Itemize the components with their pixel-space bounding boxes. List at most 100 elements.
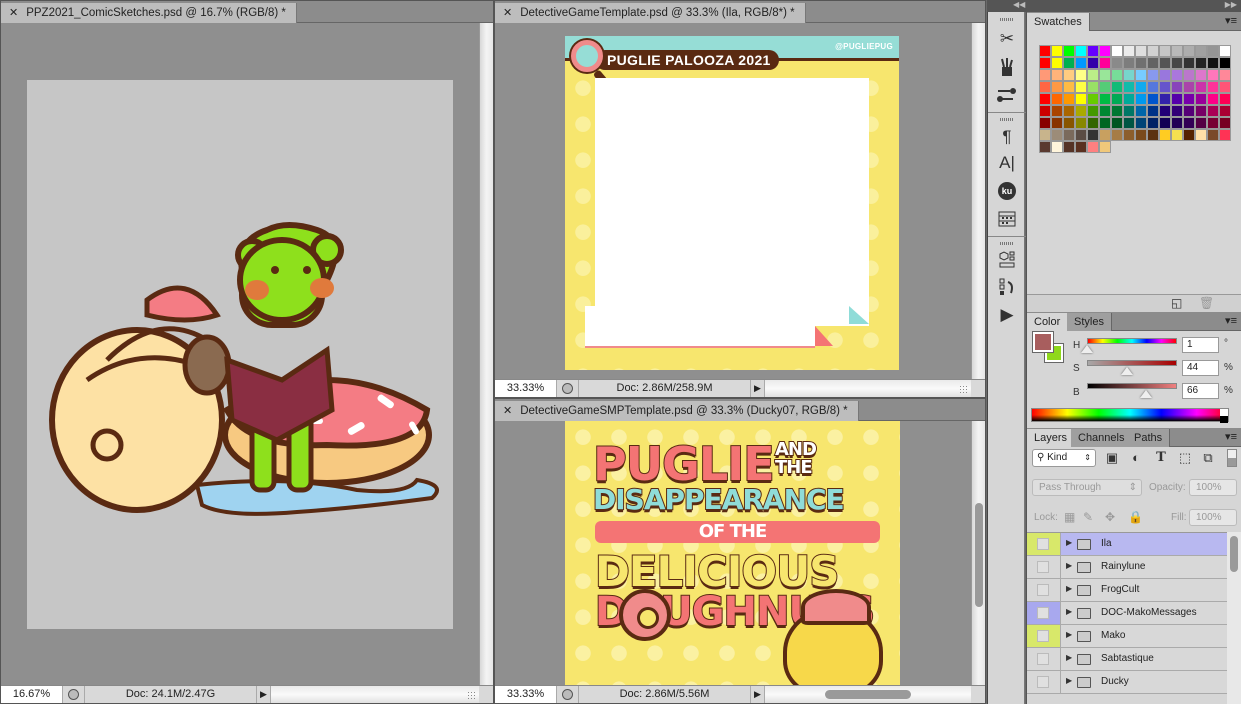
expand-group-icon[interactable]: ▶ [1066, 538, 1072, 547]
color-swatch[interactable] [1135, 81, 1147, 93]
zoom-level-field[interactable]: 33.33% [495, 380, 557, 397]
zoom-level-field[interactable]: 33.33% [495, 686, 557, 703]
fill-input[interactable]: 100% [1189, 509, 1237, 526]
color-swatch[interactable] [1123, 57, 1135, 69]
foreground-color-swatch[interactable] [1033, 332, 1053, 352]
color-swatch[interactable] [1147, 105, 1159, 117]
color-swatch[interactable] [1087, 141, 1099, 153]
kuler-icon[interactable]: ku [988, 176, 1026, 206]
expand-group-icon[interactable]: ▶ [1066, 676, 1072, 685]
horizontal-scrollbar[interactable] [765, 380, 971, 397]
collapse-left-icon[interactable]: ◀◀ [1013, 0, 1025, 9]
color-swatch[interactable] [1039, 93, 1051, 105]
layer-filter-kind-select[interactable]: ⚲ Kind ⇕ [1032, 449, 1096, 467]
saturation-input[interactable]: 44 [1182, 360, 1219, 376]
document-canvas[interactable]: @PUGLIEPUG PUGLIE PALOOZA 2021 [565, 36, 899, 370]
vertical-scrollbar[interactable] [971, 421, 985, 685]
color-swatch[interactable] [1207, 105, 1219, 117]
color-swatch[interactable] [1063, 45, 1075, 57]
color-swatch[interactable] [1171, 57, 1183, 69]
color-swatch[interactable] [1111, 45, 1123, 57]
color-swatch[interactable] [1099, 81, 1111, 93]
trash-icon[interactable]: 🗑 [1199, 296, 1214, 310]
color-swatch[interactable] [1075, 117, 1087, 129]
strip-gripper[interactable] [1000, 118, 1014, 121]
document-tab[interactable]: ✕ PPZ2021_ComicSketches.psd @ 16.7% (RGB/… [1, 3, 297, 23]
layer-row[interactable]: ▶ Ila [1027, 533, 1227, 556]
document-canvas[interactable]: PUGLIE AND THE DISAPPEARANCE OF THE DELI… [565, 421, 900, 685]
color-swatch[interactable] [1147, 57, 1159, 69]
color-swatch[interactable] [1087, 45, 1099, 57]
lock-position-icon[interactable]: ✥ [1105, 510, 1115, 524]
character-icon[interactable]: A| [988, 148, 1026, 178]
color-swatch[interactable] [1207, 69, 1219, 81]
color-swatch[interactable] [1039, 141, 1051, 153]
color-swatch[interactable] [1063, 69, 1075, 81]
close-tab-icon[interactable]: ✕ [9, 7, 18, 19]
filter-pixel-layers-icon[interactable]: ▣ [1104, 450, 1120, 466]
filter-type-layers-icon[interactable]: T [1153, 450, 1169, 465]
color-swatch[interactable] [1183, 81, 1195, 93]
tool-presets-icon[interactable]: ✂ [988, 24, 1026, 54]
color-swatch[interactable] [1063, 141, 1075, 153]
layer-visibility-toggle[interactable] [1027, 533, 1061, 555]
layer-row[interactable]: ▶ Sabtastique [1027, 648, 1227, 671]
color-swatch[interactable] [1171, 129, 1183, 141]
color-swatch[interactable] [1183, 57, 1195, 69]
color-swatch[interactable] [1051, 141, 1063, 153]
layer-visibility-toggle[interactable] [1027, 556, 1061, 578]
color-swatch[interactable] [1219, 69, 1231, 81]
color-swatch[interactable] [1207, 93, 1219, 105]
hue-slider[interactable] [1087, 338, 1177, 344]
color-swatch[interactable] [1147, 93, 1159, 105]
color-swatch[interactable] [1159, 57, 1171, 69]
close-tab-icon[interactable]: ✕ [503, 7, 512, 19]
color-swatch[interactable] [1111, 129, 1123, 141]
layer-row[interactable]: ▶ Ducky [1027, 671, 1227, 694]
color-swatch[interactable] [1123, 81, 1135, 93]
actions-play-icon[interactable]: ▶ [988, 300, 1026, 330]
color-swatch[interactable] [1039, 45, 1051, 57]
color-swatch[interactable] [1135, 45, 1147, 57]
history-icon[interactable] [988, 272, 1026, 302]
color-swatch[interactable] [1147, 129, 1159, 141]
color-swatch[interactable] [1183, 69, 1195, 81]
tab-swatches[interactable]: Swatches [1027, 13, 1090, 31]
brush-presets-icon[interactable] [988, 52, 1026, 82]
color-swatch[interactable] [1051, 81, 1063, 93]
color-swatch[interactable] [1099, 93, 1111, 105]
color-swatch[interactable] [1147, 117, 1159, 129]
panel-menu-icon[interactable]: ▾≡ [1225, 430, 1237, 443]
filter-adjustment-layers-icon[interactable]: ◐ [1128, 450, 1144, 465]
color-swatch[interactable] [1087, 81, 1099, 93]
brightness-slider[interactable] [1087, 383, 1177, 389]
timing-icon[interactable] [557, 380, 579, 397]
layer-row[interactable]: ▶ Mako [1027, 625, 1227, 648]
color-swatch[interactable] [1039, 57, 1051, 69]
color-swatch[interactable] [1123, 69, 1135, 81]
tab-styles[interactable]: Styles [1067, 313, 1112, 331]
color-swatch[interactable] [1159, 45, 1171, 57]
color-swatch[interactable] [1087, 129, 1099, 141]
color-swatch[interactable] [1147, 69, 1159, 81]
lock-all-icon[interactable]: 🔒 [1128, 510, 1143, 524]
color-swatch[interactable] [1087, 105, 1099, 117]
color-swatch[interactable] [1063, 117, 1075, 129]
color-swatch[interactable] [1171, 81, 1183, 93]
color-spectrum-ramp[interactable] [1031, 408, 1229, 423]
expand-group-icon[interactable]: ▶ [1066, 561, 1072, 570]
color-swatch[interactable] [1111, 93, 1123, 105]
color-swatch[interactable] [1039, 129, 1051, 141]
color-swatch[interactable] [1135, 117, 1147, 129]
color-swatch[interactable] [1219, 45, 1231, 57]
color-swatch[interactable] [1159, 69, 1171, 81]
layer-visibility-toggle[interactable] [1027, 671, 1061, 693]
layer-row[interactable]: ▶ FrogCult [1027, 579, 1227, 602]
color-swatch[interactable] [1183, 93, 1195, 105]
hue-slider-thumb[interactable] [1081, 345, 1094, 353]
color-swatch[interactable] [1051, 45, 1063, 57]
filter-smart-objects-icon[interactable]: ⧉ [1200, 450, 1216, 466]
layers-scrollbar[interactable] [1227, 532, 1241, 704]
color-swatch[interactable] [1099, 57, 1111, 69]
timing-icon[interactable] [63, 686, 85, 703]
